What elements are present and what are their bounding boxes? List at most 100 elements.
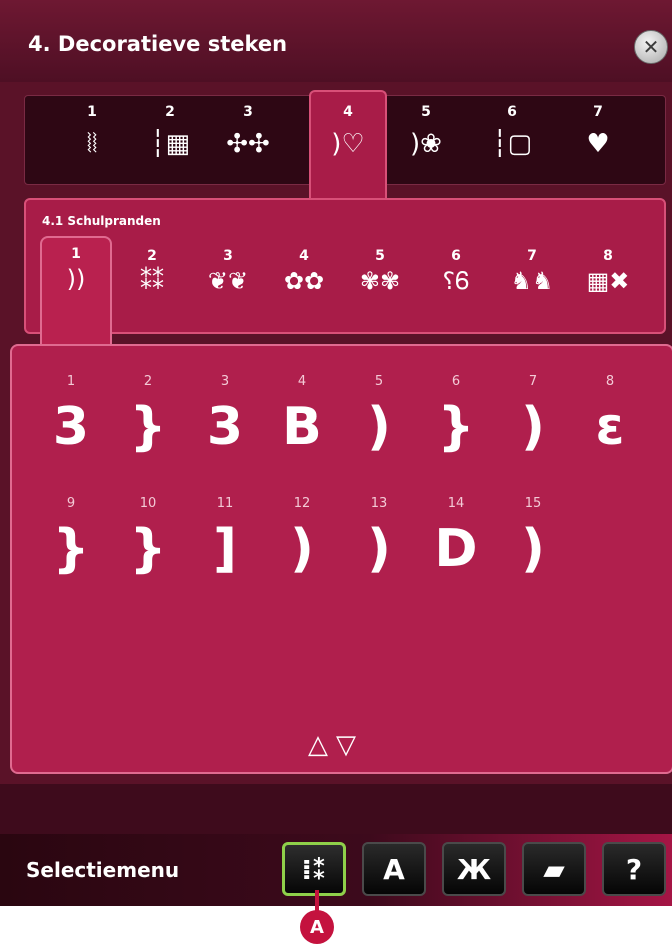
help-button[interactable]: ? <box>602 842 666 896</box>
subcategory-tab-2[interactable]: 2 ⁑⁑ <box>116 240 188 334</box>
scallop-stitch-icon: 3 <box>52 397 90 457</box>
scallop-stitch-icon: )) <box>66 265 86 293</box>
close-button[interactable]: ✕ <box>634 30 668 64</box>
butterfly-icon: Ж <box>456 852 492 886</box>
stitch-item[interactable]: 3 3 <box>190 374 260 484</box>
scallop-stitch-icon: 3 <box>206 397 244 457</box>
subcategory-panel: 4.1 Schulpranden 1 )) 2 ⁑⁑ 3 ❦❦ 4 ✿✿ 5 ✾… <box>24 198 666 356</box>
stitch-item[interactable]: 4 B <box>267 374 337 484</box>
stitch-category-icon: ✣✣ <box>226 129 270 159</box>
scallop-stitch-icon: D <box>434 519 478 579</box>
stitch-item[interactable]: 9 } <box>36 496 106 606</box>
stitch-item[interactable]: 5 ) <box>344 374 414 484</box>
scallop-stitch-icon: ) <box>521 397 545 457</box>
stitch-item[interactable]: 12 ) <box>267 496 337 606</box>
callout-marker: A <box>300 910 334 944</box>
file-manager-button[interactable]: ▰ <box>522 842 586 896</box>
pattern-stitch-icon: ▦✖ <box>586 267 630 295</box>
subcategory-number: 5 <box>375 248 385 264</box>
category-tab-1[interactable]: 1 ⦚⦚ <box>53 96 131 186</box>
category-number: 3 <box>243 104 253 120</box>
close-icon: ✕ <box>642 35 660 59</box>
category-number: 5 <box>421 104 431 120</box>
category-tab-7[interactable]: 7 ♥ <box>559 96 637 186</box>
subcategory-label: 4.1 Schulpranden <box>42 214 161 228</box>
scallop-stitch-icon: ] <box>213 519 237 579</box>
bottom-bar: Selectiemenu ⁞⁑ A Ж ▰ ? <box>0 834 672 906</box>
category-tab-3[interactable]: 3 ✣✣ <box>209 96 287 186</box>
stitch-item[interactable]: 11 ] <box>190 496 260 606</box>
swirl-stitch-icon: ⸮Ꮾ <box>442 267 470 295</box>
stitch-item[interactable]: 10 } <box>113 496 183 606</box>
category-tab-4[interactable]: 4 )♡ <box>309 90 387 200</box>
scallop-stitch-icon: } <box>129 519 167 579</box>
stitch-number: 10 <box>139 496 157 511</box>
stitch-number: 14 <box>447 496 465 511</box>
stitch-item[interactable]: 6 } <box>421 374 491 484</box>
subcategory-tab-6[interactable]: 6 ⸮Ꮾ <box>420 240 492 334</box>
stitch-number: 2 <box>143 374 153 389</box>
subcategory-tab-4[interactable]: 4 ✿✿ <box>268 240 340 334</box>
heart-icon: ♥ <box>586 129 610 159</box>
stitch-number: 9 <box>66 496 76 511</box>
stitch-icon: ⁑⁑ <box>140 267 164 295</box>
stitch-number: 1 <box>66 374 76 389</box>
stitch-number: 13 <box>370 496 388 511</box>
subcategory-tab-8[interactable]: 8 ▦✖ <box>572 240 644 334</box>
callout-line <box>315 890 319 912</box>
page-title: 4. Decoratieve steken <box>28 32 288 56</box>
category-tab-6[interactable]: 6 ┆▢ <box>473 96 551 186</box>
stitch-item[interactable]: 1 3 <box>36 374 106 484</box>
stitch-menu-button[interactable]: ⁞⁑ <box>282 842 346 896</box>
stitch-item[interactable]: 15 ) <box>498 496 568 606</box>
stitch-number: 4 <box>297 374 307 389</box>
subcategory-tabs: 1 )) 2 ⁑⁑ 3 ❦❦ 4 ✿✿ 5 ✾✾ 6 ⸮Ꮾ 7 ♞♞ 8 ▦✖ <box>26 236 666 356</box>
stitch-item[interactable]: 8 ɛ <box>575 374 645 484</box>
font-menu-button[interactable]: A <box>362 842 426 896</box>
selection-menu-label: Selectiemenu <box>26 858 180 882</box>
scallop-stitch-icon: ) <box>290 519 314 579</box>
stitch-number: 5 <box>374 374 384 389</box>
stitch-item[interactable]: 7 ) <box>498 374 568 484</box>
animal-stitch-icon: ♞♞ <box>510 267 554 295</box>
scallop-stitch-icon: ) <box>367 519 391 579</box>
scroll-down-icon[interactable]: ▽ <box>336 732 356 758</box>
scallop-stitch-icon: } <box>437 397 475 457</box>
subcategory-tab-5[interactable]: 5 ✾✾ <box>344 240 416 334</box>
scallop-stitch-icon: } <box>52 519 90 579</box>
floral-stitch-icon: ✾✾ <box>359 267 401 295</box>
subcategory-number: 7 <box>527 248 537 264</box>
stitch-number: 3 <box>220 374 230 389</box>
category-number: 1 <box>87 104 97 120</box>
subcategory-number: 1 <box>71 246 81 262</box>
subcategory-number: 2 <box>147 248 157 264</box>
embroidery-menu-button[interactable]: Ж <box>442 842 506 896</box>
stitch-item[interactable]: 14 D <box>421 496 491 606</box>
category-number: 7 <box>593 104 603 120</box>
subcategory-number: 4 <box>299 248 309 264</box>
font-icon: A <box>383 852 405 886</box>
stitch-number: 11 <box>216 496 234 511</box>
stitch-grid: 1 3 2 } 3 3 4 B 5 ) 6 } 7 ) 8 ɛ 9} 10}… <box>10 344 672 774</box>
scroll-up-icon[interactable]: △ <box>308 732 328 758</box>
subcategory-number: 3 <box>223 248 233 264</box>
subcategory-number: 6 <box>451 248 461 264</box>
stitch-number: 12 <box>293 496 311 511</box>
stitch-number: 8 <box>605 374 615 389</box>
subcategory-tab-7[interactable]: 7 ♞♞ <box>496 240 568 334</box>
category-tab-5[interactable]: 5 )❀ <box>387 96 465 186</box>
status-strip <box>0 784 672 834</box>
category-number: 6 <box>507 104 517 120</box>
stitch-number: 15 <box>524 496 542 511</box>
stitch-item[interactable]: 2 } <box>113 374 183 484</box>
scallop-stitch-icon: B <box>282 397 322 457</box>
subcategory-tab-1[interactable]: 1 )) <box>40 236 112 356</box>
stitch-category-icon: )❀ <box>410 129 442 159</box>
subcategory-tab-3[interactable]: 3 ❦❦ <box>192 240 264 334</box>
scroll-controls: △ ▽ <box>308 730 408 760</box>
category-tab-2[interactable]: 2 ┆▦ <box>131 96 209 186</box>
subcategory-number: 8 <box>603 248 613 264</box>
scallop-stitch-icon: } <box>129 397 167 457</box>
category-tabs: 1 ⦚⦚ 2 ┆▦ 3 ✣✣ 4 )♡ 5 )❀ 6 ┆▢ 7 ♥ <box>24 90 666 200</box>
stitch-item[interactable]: 13 ) <box>344 496 414 606</box>
